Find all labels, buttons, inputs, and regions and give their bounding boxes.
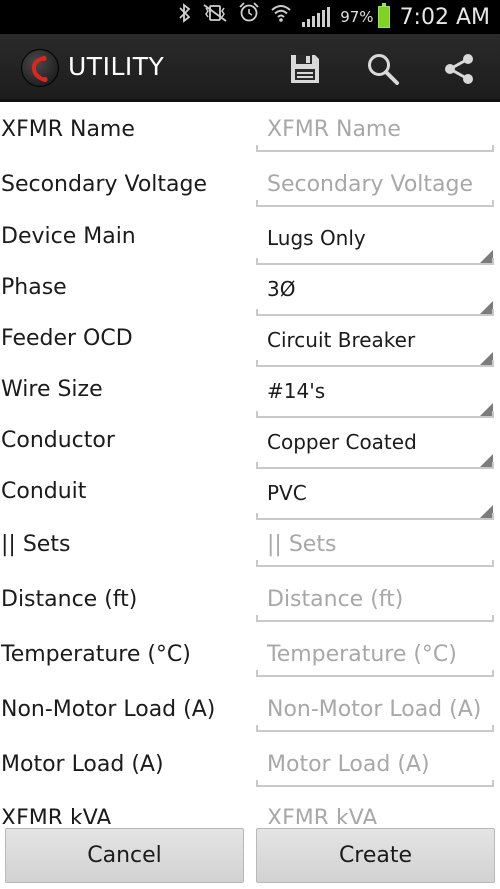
action-bar: UTILITY: [0, 34, 500, 102]
form-row-sets: || Sets || Sets: [0, 529, 500, 584]
field-label: Conduit: [1, 479, 87, 504]
field-underline: [256, 615, 494, 622]
field-underline: [256, 780, 494, 787]
create-button[interactable]: Create: [256, 828, 495, 883]
dropdown-selected-value: Lugs Only: [267, 226, 366, 250]
bluetooth-icon: [178, 0, 192, 34]
dropdown-selected-value: #14's: [267, 379, 326, 403]
save-icon: [291, 55, 319, 83]
field-label: XFMR Name: [1, 117, 135, 142]
wifi-icon: [270, 0, 292, 34]
input-placeholder: XFMR kVA: [267, 806, 378, 824]
form-row-feeder-ocd: Feeder OCD Circuit Breaker: [0, 323, 500, 378]
form-row-secondary-voltage: Secondary Voltage Secondary Voltage: [0, 169, 500, 224]
input-placeholder: XFMR Name: [267, 117, 401, 142]
status-icons: 97% 7:02 AM: [178, 0, 490, 34]
search-icon: [368, 54, 399, 85]
field-label: Secondary Voltage: [1, 172, 208, 197]
field-underline: [256, 360, 494, 367]
field-underline: [256, 462, 494, 469]
app-title: UTILITY: [68, 52, 165, 81]
cancel-button[interactable]: Cancel: [5, 828, 244, 883]
field-label: Non-Motor Load (A): [1, 697, 216, 722]
field-label: Motor Load (A): [1, 752, 164, 777]
status-bar: 97% 7:02 AM: [0, 0, 500, 34]
dropdown-phase[interactable]: 3Ø: [256, 272, 494, 327]
save-button[interactable]: [287, 51, 323, 87]
form-row-xfmr-name: XFMR Name XFMR Name: [0, 114, 500, 169]
field-label: Phase: [1, 275, 67, 300]
dropdown-selected-value: Copper Coated: [267, 430, 417, 454]
dropdown-selected-value: 3Ø: [267, 277, 296, 301]
clock: 7:02 AM: [399, 4, 490, 30]
input-distance-ft[interactable]: Distance (ft): [256, 584, 494, 639]
form-row-conduit: Conduit PVC: [0, 476, 500, 531]
share-button[interactable]: [441, 51, 477, 87]
battery-indicator: 97%: [340, 3, 390, 28]
form-row-non-motor-load-a: Non-Motor Load (A) Non-Motor Load (A): [0, 694, 500, 749]
form-row-xfmr-kva: XFMR kVA XFMR kVA: [0, 803, 500, 824]
share-icon: [445, 54, 473, 84]
input-motor-load-a[interactable]: Motor Load (A): [256, 749, 494, 804]
field-label: Device Main: [1, 224, 136, 249]
field-label: || Sets: [1, 532, 71, 557]
dropdown-device-main[interactable]: Lugs Only: [256, 221, 494, 276]
field-underline: [256, 200, 494, 207]
app-logo-icon[interactable]: [21, 49, 59, 87]
field-underline: [256, 258, 494, 265]
input-non-motor-load-a[interactable]: Non-Motor Load (A): [256, 694, 494, 749]
input-temperature-c[interactable]: Temperature (°C): [256, 639, 494, 694]
field-label: Wire Size: [1, 377, 103, 402]
utility-form: XFMR Name XFMR Name Secondary Voltage Secon…: [0, 102, 500, 824]
form-row-conductor: Conductor Copper Coated: [0, 425, 500, 480]
form-row-wire-size: Wire Size #14's: [0, 374, 500, 429]
battery-percent: 97%: [340, 8, 374, 26]
form-row-phase: Phase 3Ø: [0, 272, 500, 327]
dropdown-selected-value: PVC: [267, 481, 307, 505]
form-row-temperature-c: Temperature (°C) Temperature (°C): [0, 639, 500, 694]
dropdown-conduit[interactable]: PVC: [256, 476, 494, 531]
vibrate-mute-icon: [202, 0, 228, 34]
field-label: Distance (ft): [1, 587, 138, 612]
field-underline: [256, 513, 494, 520]
input-placeholder: Motor Load (A): [267, 752, 430, 777]
battery-icon: [377, 3, 390, 28]
input-placeholder: Secondary Voltage: [267, 172, 474, 197]
dropdown-wire-size[interactable]: #14's: [256, 374, 494, 429]
input-placeholder: Non-Motor Load (A): [267, 697, 482, 722]
field-label: Feeder OCD: [1, 326, 133, 351]
field-underline: [256, 670, 494, 677]
field-underline: [256, 560, 494, 567]
form-row-device-main: Device Main Lugs Only: [0, 221, 500, 276]
input-placeholder: Temperature (°C): [267, 642, 457, 667]
input-secondary-voltage[interactable]: Secondary Voltage: [256, 169, 494, 224]
input-xfmr-kva[interactable]: XFMR kVA: [256, 803, 494, 824]
bottom-button-bar: Cancel Create: [0, 824, 500, 889]
field-label: Conductor: [1, 428, 115, 453]
field-underline: [256, 309, 494, 316]
form-row-distance-ft: Distance (ft) Distance (ft): [0, 584, 500, 639]
input-xfmr-name[interactable]: XFMR Name: [256, 114, 494, 169]
dropdown-conductor[interactable]: Copper Coated: [256, 425, 494, 480]
field-label: Temperature (°C): [1, 642, 191, 667]
field-underline: [256, 725, 494, 732]
search-button[interactable]: [365, 51, 401, 87]
dropdown-selected-value: Circuit Breaker: [267, 328, 416, 352]
alarm-icon: [238, 0, 260, 34]
signal-icon: [302, 7, 331, 27]
dropdown-feeder-ocd[interactable]: Circuit Breaker: [256, 323, 494, 378]
form-row-motor-load-a: Motor Load (A) Motor Load (A): [0, 749, 500, 804]
field-label: XFMR kVA: [1, 806, 112, 824]
input-sets[interactable]: || Sets: [256, 529, 494, 584]
field-underline: [256, 411, 494, 418]
input-placeholder: || Sets: [267, 532, 337, 557]
input-placeholder: Distance (ft): [267, 587, 404, 612]
field-underline: [256, 145, 494, 152]
